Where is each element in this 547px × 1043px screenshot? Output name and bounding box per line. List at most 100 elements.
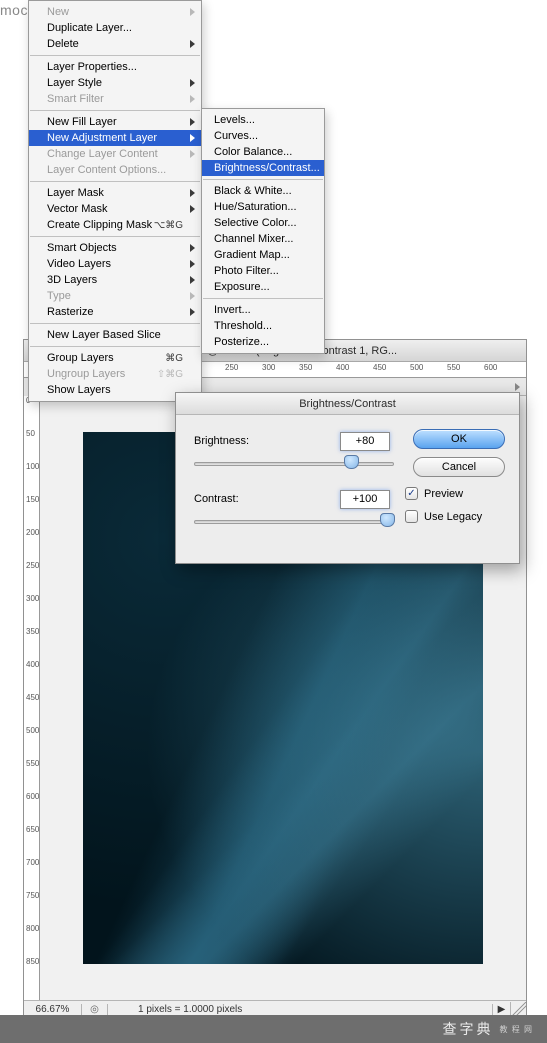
menu-item[interactable]: New Adjustment Layer [29,130,201,146]
menu-item[interactable]: Smart Objects [29,240,201,256]
menu-item[interactable]: Photo Filter... [202,263,324,279]
new-adjustment-layer-submenu[interactable]: Levels... Curves... Color Balance... Bright… [201,108,325,354]
menu-item-label: Delete [47,38,79,50]
checkbox-icon [405,510,418,523]
menu-item[interactable]: Group Layers⌘G [29,350,201,366]
ruler-tick-label: 150 [26,495,39,504]
menu-item-label: Posterize... [214,336,269,348]
slider-thumb[interactable] [344,455,359,469]
preview-checkbox[interactable]: ✓ Preview [405,487,505,500]
zoom-field[interactable]: 66.67% [24,1004,82,1015]
footer-brand: 查字典 [443,1019,494,1039]
checkbox-icon: ✓ [405,487,418,500]
menu-item[interactable]: Gradient Map... [202,247,324,263]
menu-item-label: New [47,6,69,18]
menu-item[interactable]: Posterize... [202,334,324,350]
menu-separator [30,181,200,182]
menu-item[interactable]: Selective Color... [202,215,324,231]
chevron-right-icon [515,383,520,391]
menu-item-label: Layer Properties... [47,61,137,73]
menu-item[interactable]: Layer Mask [29,185,201,201]
ruler-tick-label: 800 [26,924,39,933]
menu-item[interactable]: Delete [29,36,201,52]
ruler-tick-label: 500 [26,726,39,735]
status-nav-icon[interactable]: ◎ [82,1004,108,1015]
menu-item-label: Ungroup Layers [47,368,125,380]
chevron-right-icon [190,308,195,316]
menu-item[interactable]: Brightness/Contrast... [202,160,324,176]
chevron-right-icon [190,134,195,142]
chevron-right-icon [190,260,195,268]
menu-separator [30,323,200,324]
chevron-right-icon [190,95,195,103]
slider-thumb[interactable] [380,513,395,527]
menu-item[interactable]: Channel Mixer... [202,231,324,247]
menu-item-label: Layer Style [47,77,102,89]
dialog-title[interactable]: Brightness/Contrast [176,393,519,415]
ruler-tick-label: 550 [26,759,39,768]
cancel-button[interactable]: Cancel [413,457,505,477]
ruler-tick-label: 600 [484,363,497,372]
menu-item[interactable]: Curves... [202,128,324,144]
menu-item-label: Layer Mask [47,187,104,199]
menu-item[interactable]: Hue/Saturation... [202,199,324,215]
menu-item[interactable]: Duplicate Layer... [29,20,201,36]
status-info[interactable]: 1 pixels = 1.0000 pixels [108,1004,492,1015]
chevron-right-icon [190,40,195,48]
menu-item: Ungroup Layers ⇧⌘G [29,366,201,382]
menu-item[interactable]: Invert... [202,302,324,318]
menu-item[interactable]: New Layer Based Slice [29,327,201,343]
slider-track [194,520,394,524]
menu-item[interactable]: Layer Properties... [29,59,201,75]
ruler-vertical[interactable]: 0501001502002503003504004505005506006507… [24,396,40,1000]
menu-item-label: Levels... [214,114,255,126]
chevron-right-icon [190,189,195,197]
menu-item[interactable]: Black & White... [202,183,324,199]
menu-item: Layer Content Options... [29,162,201,178]
menu-separator [30,110,200,111]
slider-track [194,462,394,466]
ruler-tick-label: 550 [447,363,460,372]
menu-item[interactable]: 3D Layers [29,272,201,288]
ruler-tick-label: 250 [26,561,39,570]
menu-item-label: New Layer Based Slice [47,329,161,341]
menu-item[interactable]: New Fill Layer [29,114,201,130]
menu-item[interactable]: Video Layers [29,256,201,272]
ruler-tick-label: 200 [26,528,39,537]
status-menu-icon[interactable]: ▶ [492,1004,510,1015]
menu-item: Type [29,288,201,304]
brightness-contrast-dialog[interactable]: Brightness/Contrast Brightness: Contrast… [175,392,520,564]
menu-item[interactable]: Rasterize [29,304,201,320]
ok-button[interactable]: OK [413,429,505,449]
menu-item-label: Hue/Saturation... [214,201,297,213]
chevron-right-icon [190,79,195,87]
menu-item[interactable]: Create Clipping Mask⌥⌘G [29,217,201,233]
ruler-tick-label: 400 [336,363,349,372]
menu-item[interactable]: Exposure... [202,279,324,295]
contrast-input[interactable] [340,490,390,509]
menu-item[interactable]: Layer Style [29,75,201,91]
menu-separator [30,346,200,347]
menu-item-label: Channel Mixer... [214,233,293,245]
menu-item-label: Create Clipping Mask [47,219,152,231]
menu-item[interactable]: Levels... [202,112,324,128]
chevron-right-icon [190,205,195,213]
chevron-right-icon [190,276,195,284]
menu-item-label: Smart Filter [47,93,104,105]
menu-item[interactable]: Threshold... [202,318,324,334]
brightness-input[interactable] [340,432,390,451]
chevron-right-icon [190,244,195,252]
use-legacy-checkbox[interactable]: Use Legacy [405,510,505,523]
layer-menu[interactable]: New Duplicate Layer... Delete Layer Propert… [28,0,202,402]
brightness-slider[interactable] [194,455,394,473]
menu-item[interactable]: Vector Mask [29,201,201,217]
menu-item[interactable]: Color Balance... [202,144,324,160]
menu-item-label: Gradient Map... [214,249,290,261]
dialog-buttons: OK Cancel [413,429,505,477]
menu-item-label: Color Balance... [214,146,292,158]
menu-shortcut: ⇧⌘G [157,369,183,380]
contrast-slider[interactable] [194,513,394,531]
menu-item: New [29,4,201,20]
chevron-right-icon [190,8,195,16]
menu-item-label: Type [47,290,71,302]
